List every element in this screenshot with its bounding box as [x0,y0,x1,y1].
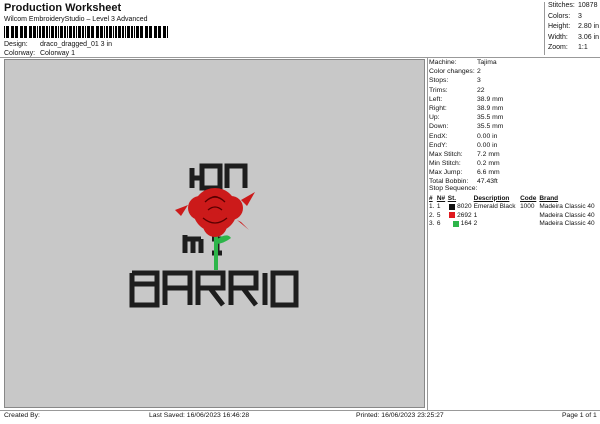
thread-description: 2 [473,220,478,228]
table-row: 3. 6 164 2 Madeira Classic 40 [428,220,599,229]
spec-value: 7.2 mm [477,150,500,158]
header-divider [0,57,600,58]
spec-value: 35.5 mm [477,114,504,122]
thread-brand: Madeira Classic 40 [539,220,595,228]
spec-row: Stops: 3 [429,77,599,86]
table-row: 1. 1 8020 Emerald Black 1000 Madeira Classic … [428,203,599,212]
footer-last-saved: Last Saved: 16/06/2023 16:46:28 [149,412,250,419]
thread-brand: Madeira Classic 40 [539,203,595,211]
stat-zoom: Zoom: 1:1 [548,44,588,51]
stitch-count: 8020 [457,203,472,211]
footer-divider [0,410,600,411]
stop-sequence-table: # N# St. Description Code Brand 1. 1 8020 E… [428,194,599,228]
spec-label: Max Jump: [429,169,463,177]
software-subtitle: Wilcom EmbroideryStudio – Level 3 Advanc… [4,16,148,23]
stat-colors: Colors: 3 [548,12,582,20]
spec-row: Trims: 22 [429,87,599,96]
design-preview [4,59,425,408]
spec-value: 22 [477,86,485,94]
colorway-value: Colorway 1 [39,50,75,57]
spec-value: 0.00 in [477,141,498,149]
spec-label: Down: [429,123,449,131]
spec-value: 38.9 mm [477,95,504,103]
spec-row: Max Stitch: 7.2 mm [429,151,599,160]
stitch-count: 2692 [457,211,472,219]
spec-label: Trims: [429,86,448,94]
stat-stitches: Stitches: 10878 [548,2,598,9]
spec-row: Up: 35.5 mm [429,114,599,123]
spec-label: Color changes: [429,68,475,76]
design-value: draco_dragged_01 3 in [39,41,112,48]
letter-a [162,270,193,305]
letter-o [270,270,299,308]
spec-label: Machine: [429,59,457,66]
letter-r1 [195,270,226,307]
spec-row: Right: 38.9 mm [429,105,599,114]
spec-label: Up: [429,114,440,122]
spec-row: Machine: Tajima [429,59,599,68]
spec-label: EndY: [429,141,448,149]
stop-number: 1. [429,203,435,211]
top-stats-panel: Stitches: 10878 Colors: 3 Height: 2.80 in W… [544,2,600,55]
spec-label: Max Stitch: [429,150,463,158]
barcode [4,26,168,38]
panel-divider [427,57,428,410]
table-row: 2. 5 2692 1 Madeira Classic 40 [428,211,599,220]
thread-code: 1000 [520,203,535,211]
footer-printed: Printed: 16/06/2023 23:25:27 [356,412,444,419]
spec-value: 0.00 in [477,132,498,140]
spec-row: Left: 38.9 mm [429,96,599,105]
spec-value: 6.6 mm [477,169,500,177]
spec-row: Color changes: 2 [429,68,599,77]
needle-number: 5 [436,211,441,219]
spec-label: Stops: [429,77,449,85]
spec-row: Min Stitch: 0.2 mm [429,160,599,169]
colorway-row: Colorway: Colorway 1 [4,50,75,57]
thread-brand: Madeira Classic 40 [539,211,595,219]
stop-table-header: # N# St. Description Code Brand [429,194,559,202]
stitch-count: 164 [460,220,472,228]
spec-value: 47.43ft [477,178,498,186]
spec-value: Tajima [477,59,497,66]
spec-row: EndY: 0.00 in [429,142,599,151]
spec-row: Down: 35.5 mm [429,123,599,132]
thread-color-swatch [449,203,456,210]
thread-color-swatch [452,220,459,227]
stop-number: 3. [429,220,435,228]
thread-description: 1 [473,211,478,219]
spec-label: Left: [429,95,443,103]
letter-b [129,270,160,308]
spec-value: 38.9 mm [477,104,504,112]
spec-row: Max Jump: 6.6 mm [429,169,599,178]
design-name-row: Design: draco_dragged_01 3 in [4,41,112,48]
footer-page: Page 1 of 1 [562,412,597,419]
footer-created-by: Created By: [4,412,40,419]
thread-color-swatch [449,212,456,219]
spec-value: 3 [477,77,481,85]
machine-specs: Machine: Tajima Color changes: 2 Stops: 3 Trim… [429,59,599,188]
spec-label: Right: [429,104,447,112]
stat-height: Height: 2.80 in [548,23,600,30]
thread-description: Emerald Black [473,203,516,211]
spec-value: 35.5 mm [477,123,504,131]
stat-width: Width: 3.06 in [548,33,600,41]
spec-label: EndX: [429,132,448,140]
spec-value: 0.2 mm [477,160,500,168]
embroidery-artwork [129,163,299,308]
letter-top-1 [189,163,223,191]
letter-mid-1 [182,235,204,253]
spec-row: EndX: 0.00 in [429,133,599,142]
design-label: Design: [4,41,28,48]
letter-r2 [228,270,259,307]
worksheet-title: Production Worksheet [4,2,122,14]
stop-number: 2. [429,211,435,219]
colorway-label: Colorway: [4,50,36,57]
needle-number: 6 [436,220,441,228]
letter-top-2 [224,163,248,188]
spec-value: 2 [477,68,481,76]
stop-sequence-title: Stop Sequence: [429,185,478,192]
needle-number: 1 [436,203,441,211]
spec-label: Min Stitch: [429,160,461,168]
rose [175,188,255,237]
